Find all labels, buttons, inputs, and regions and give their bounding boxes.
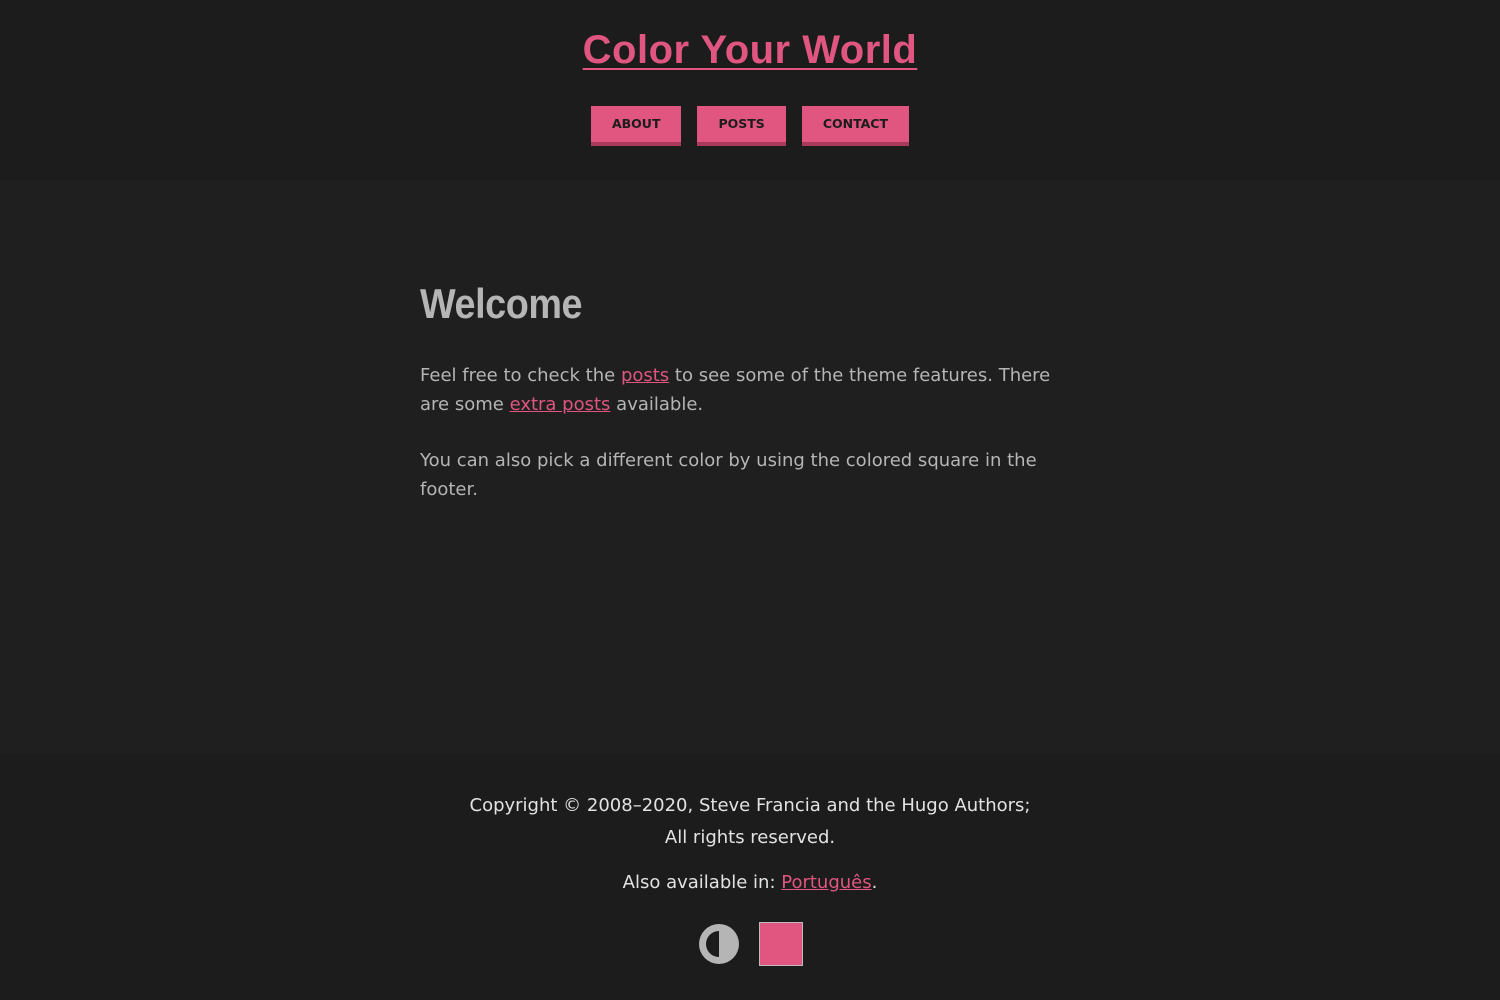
article: Welcome Feel free to check the posts to … bbox=[420, 280, 1080, 504]
posts-link[interactable]: posts bbox=[621, 365, 669, 386]
color-hint-paragraph: You can also pick a different color by u… bbox=[420, 450, 1037, 500]
site-title: Color Your World bbox=[0, 28, 1500, 73]
footer-controls bbox=[0, 922, 1500, 966]
also-available-label: Also available in: bbox=[622, 872, 782, 893]
language-link-portuguese[interactable]: Português bbox=[781, 872, 871, 893]
language-selector: Also available in: Português. bbox=[0, 868, 1500, 898]
nav-posts-button[interactable]: Posts bbox=[697, 106, 786, 146]
copyright-line-2: All rights reserved. bbox=[664, 827, 836, 848]
color-picker-swatch[interactable] bbox=[759, 922, 803, 966]
intro-paragraph: Feel free to check the posts to see some… bbox=[420, 361, 1080, 419]
language-period: . bbox=[871, 872, 878, 893]
contrast-toggle-icon[interactable] bbox=[697, 922, 741, 966]
site-header: Color Your World About Posts Contact bbox=[0, 0, 1500, 180]
intro-text-3: available. bbox=[610, 394, 704, 415]
nav-about-button[interactable]: About bbox=[590, 106, 682, 146]
copyright-line-1: Copyright © 2008–2020, Steve Francia and… bbox=[469, 795, 1031, 816]
intro-text-1: Feel free to check the bbox=[420, 365, 621, 386]
site-footer: Copyright © 2008–2020, Steve Francia and… bbox=[0, 754, 1500, 1000]
extra-posts-link[interactable]: extra posts bbox=[510, 394, 611, 415]
site-title-link[interactable]: Color Your World bbox=[583, 28, 918, 72]
main-content: Welcome Feel free to check the posts to … bbox=[0, 180, 1500, 754]
nav-contact-button[interactable]: Contact bbox=[801, 106, 910, 146]
copyright: Copyright © 2008–2020, Steve Francia and… bbox=[0, 790, 1500, 854]
main-nav: About Posts Contact bbox=[0, 106, 1500, 146]
page-title: Welcome bbox=[420, 280, 583, 327]
